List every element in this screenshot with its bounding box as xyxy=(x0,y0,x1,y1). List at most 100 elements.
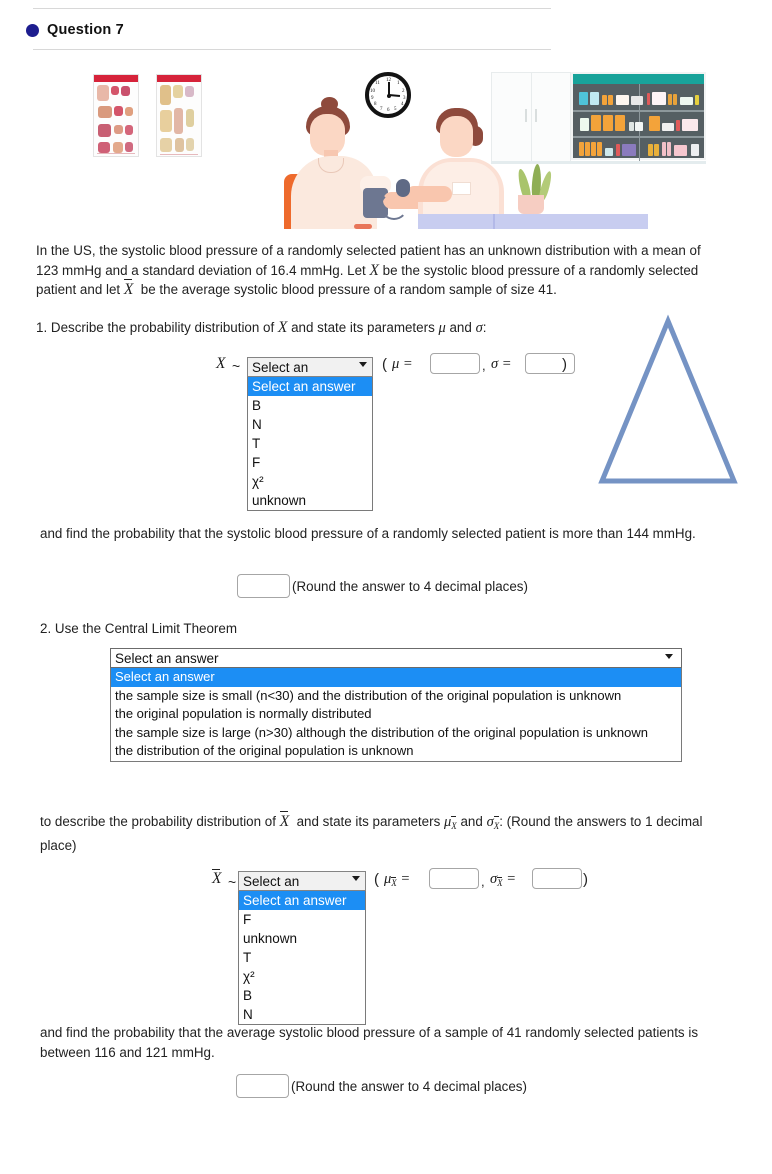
part1-mu-label: μ = xyxy=(392,356,413,372)
part2-answer-input[interactable] xyxy=(236,1074,289,1098)
part2-describe-text: to describe the probability distribution… xyxy=(40,811,740,856)
part1-answer-input[interactable] xyxy=(237,574,290,598)
shelf-top-band xyxy=(573,74,704,84)
option-item[interactable]: the sample size is large (n>30) although… xyxy=(111,724,681,743)
symbol-mu-xbar: μX xyxy=(444,814,457,831)
part2-mu-input[interactable] xyxy=(429,868,479,889)
cabinet-seam xyxy=(531,73,532,161)
variable-x: X xyxy=(277,319,288,336)
option-item[interactable]: χ² xyxy=(239,967,365,986)
option-item[interactable]: T xyxy=(239,948,365,967)
anatomy-poster-1 xyxy=(93,74,139,157)
part2-distribution-options[interactable]: Select an answer F unknown T χ² B N xyxy=(238,891,366,1025)
option-item[interactable]: F xyxy=(239,910,365,929)
question-page: Question 7 12 1 2 3 4 5 6 7 8 9 10 11 In… xyxy=(0,0,772,1174)
part2-select-value: Select an answer xyxy=(115,651,219,666)
part2-round-note: (Round the answer to 4 decimal places) xyxy=(291,1079,527,1094)
option-item[interactable]: unknown xyxy=(239,929,365,948)
doctor-arm xyxy=(406,186,452,202)
part2-paren-open: ( xyxy=(374,871,379,888)
part1-prompt-and: and xyxy=(445,320,476,335)
part1-var-x: X xyxy=(216,355,226,372)
clock-center-pin xyxy=(386,93,391,98)
chevron-down-icon xyxy=(352,876,360,881)
part2-tilde: ~ xyxy=(228,874,237,890)
divider-bottom xyxy=(33,49,551,50)
symbol-mu: μ xyxy=(438,320,446,336)
cabinet xyxy=(491,72,571,162)
part2-prompt-text: Use the Central Limit Theorem xyxy=(54,621,237,636)
part1-comma: , xyxy=(482,358,486,373)
part1-prompt-colon: : xyxy=(482,320,487,335)
option-item[interactable]: the original population is normally dist… xyxy=(111,705,681,724)
patient-bracelet xyxy=(354,224,372,229)
part1-sigma-input[interactable] xyxy=(525,353,575,374)
option-item[interactable]: B xyxy=(248,396,372,415)
part1-distribution-options[interactable]: Select an answer B N T F χ² unknown xyxy=(247,377,373,511)
part2-number: 2. xyxy=(40,621,52,636)
part1-mu-input[interactable] xyxy=(430,353,480,374)
part2-comma: , xyxy=(481,874,485,889)
part2-distribution-select[interactable]: Select an answer xyxy=(238,871,366,906)
part1-tilde: ~ xyxy=(232,358,241,374)
poster-body xyxy=(94,82,138,156)
part1-sigma-label: σ = xyxy=(491,356,512,372)
part2-describe-and: and xyxy=(456,814,487,829)
plant-pot xyxy=(518,195,544,214)
part2-describe-a: to describe the probability distribution… xyxy=(40,814,280,829)
part2-sigma-label: σX = xyxy=(490,871,517,888)
part1-prompt-a: Describe the probability distribution of xyxy=(50,320,278,335)
symbol-sigma-xbar: σX xyxy=(487,814,500,831)
option-item[interactable]: Select an answer xyxy=(239,891,365,910)
chevron-down-icon xyxy=(665,654,673,659)
page-title: Question 7 xyxy=(47,22,124,38)
variable-x-bar: X xyxy=(123,279,134,298)
part1-distribution-select[interactable]: Select an answer xyxy=(247,357,373,392)
chevron-down-icon xyxy=(359,362,367,367)
option-item[interactable]: F xyxy=(248,453,372,472)
part2-mu-label: μX = xyxy=(384,871,411,888)
option-item[interactable]: the distribution of the original populat… xyxy=(111,742,681,761)
option-item[interactable]: N xyxy=(239,1005,365,1024)
part2-clt-select[interactable]: Select an answer xyxy=(110,648,682,668)
poster-body xyxy=(157,82,201,156)
part2-clt-options[interactable]: Select an answer the sample size is smal… xyxy=(110,668,682,762)
part1-prompt: 1. Describe the probability distribution… xyxy=(36,318,596,339)
option-item[interactable]: N xyxy=(248,415,372,434)
problem-text-part3: be the average systolic blood pressure o… xyxy=(137,282,557,297)
anatomy-poster-2 xyxy=(156,74,202,157)
divider-top xyxy=(33,8,551,9)
exam-table xyxy=(418,214,648,229)
counter-line xyxy=(491,161,706,164)
option-item[interactable]: Select an answer xyxy=(248,377,372,396)
option-item[interactable]: Select an answer xyxy=(111,668,681,687)
option-item[interactable]: B xyxy=(239,986,365,1005)
part2-paren-close: ) xyxy=(583,871,588,888)
pharmacy-shelf xyxy=(571,72,706,162)
part1-paren-close: ) xyxy=(562,356,567,373)
cabinet-handle-right xyxy=(535,109,537,122)
triangle-shape xyxy=(598,314,738,484)
poster-header-bar xyxy=(157,75,201,82)
part2-var-xbar: X xyxy=(212,869,222,887)
part2-describe-b: and state its parameters xyxy=(292,814,444,829)
option-item[interactable]: T xyxy=(248,434,372,453)
part1-round-note: (Round the answer to 4 decimal places) xyxy=(292,579,528,594)
part2-follow-text: and find the probability that the averag… xyxy=(40,1025,699,1060)
option-item[interactable]: χ² xyxy=(248,472,372,491)
part1-number: 1. xyxy=(36,320,48,335)
option-item[interactable]: unknown xyxy=(248,491,372,510)
part1-prompt-b: and state its parameters xyxy=(287,320,439,335)
part2-sigma-input[interactable] xyxy=(532,868,582,889)
poster-header-bar xyxy=(94,75,138,82)
part1-follow-text: and find the probability that the systol… xyxy=(40,526,696,541)
cabinet-handle-left xyxy=(525,109,527,122)
part1-paren-open: ( xyxy=(382,356,387,373)
exam-table-seam xyxy=(493,214,495,229)
option-item[interactable]: the sample size is small (n<30) and the … xyxy=(111,687,681,706)
question-status-dot xyxy=(26,24,39,37)
doctor-head xyxy=(440,116,473,157)
symbol-sigma: σ xyxy=(475,320,483,336)
problem-statement: In the US, the systolic blood pressure o… xyxy=(36,241,726,300)
clinic-illustration: 12 1 2 3 4 5 6 7 8 9 10 11 xyxy=(88,64,706,229)
